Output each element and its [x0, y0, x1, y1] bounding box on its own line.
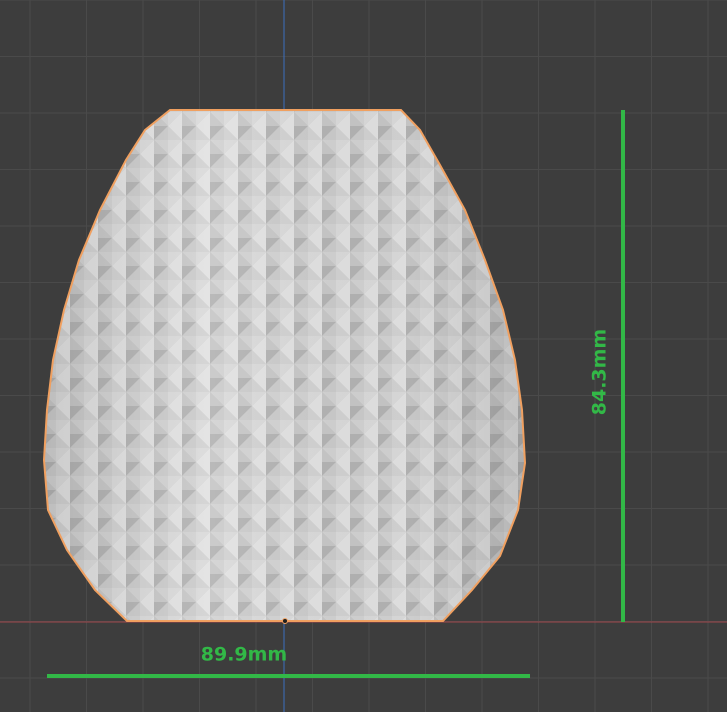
viewport-canvas[interactable]	[0, 0, 727, 712]
3d-viewport[interactable]: 84.3mm 89.9mm	[0, 0, 727, 712]
height-measurement-label: 84.3mm	[588, 328, 611, 416]
origin-point-icon[interactable]	[282, 618, 288, 624]
vase-mesh[interactable]	[40, 105, 530, 625]
width-measurement-label: 89.9mm	[200, 643, 288, 666]
